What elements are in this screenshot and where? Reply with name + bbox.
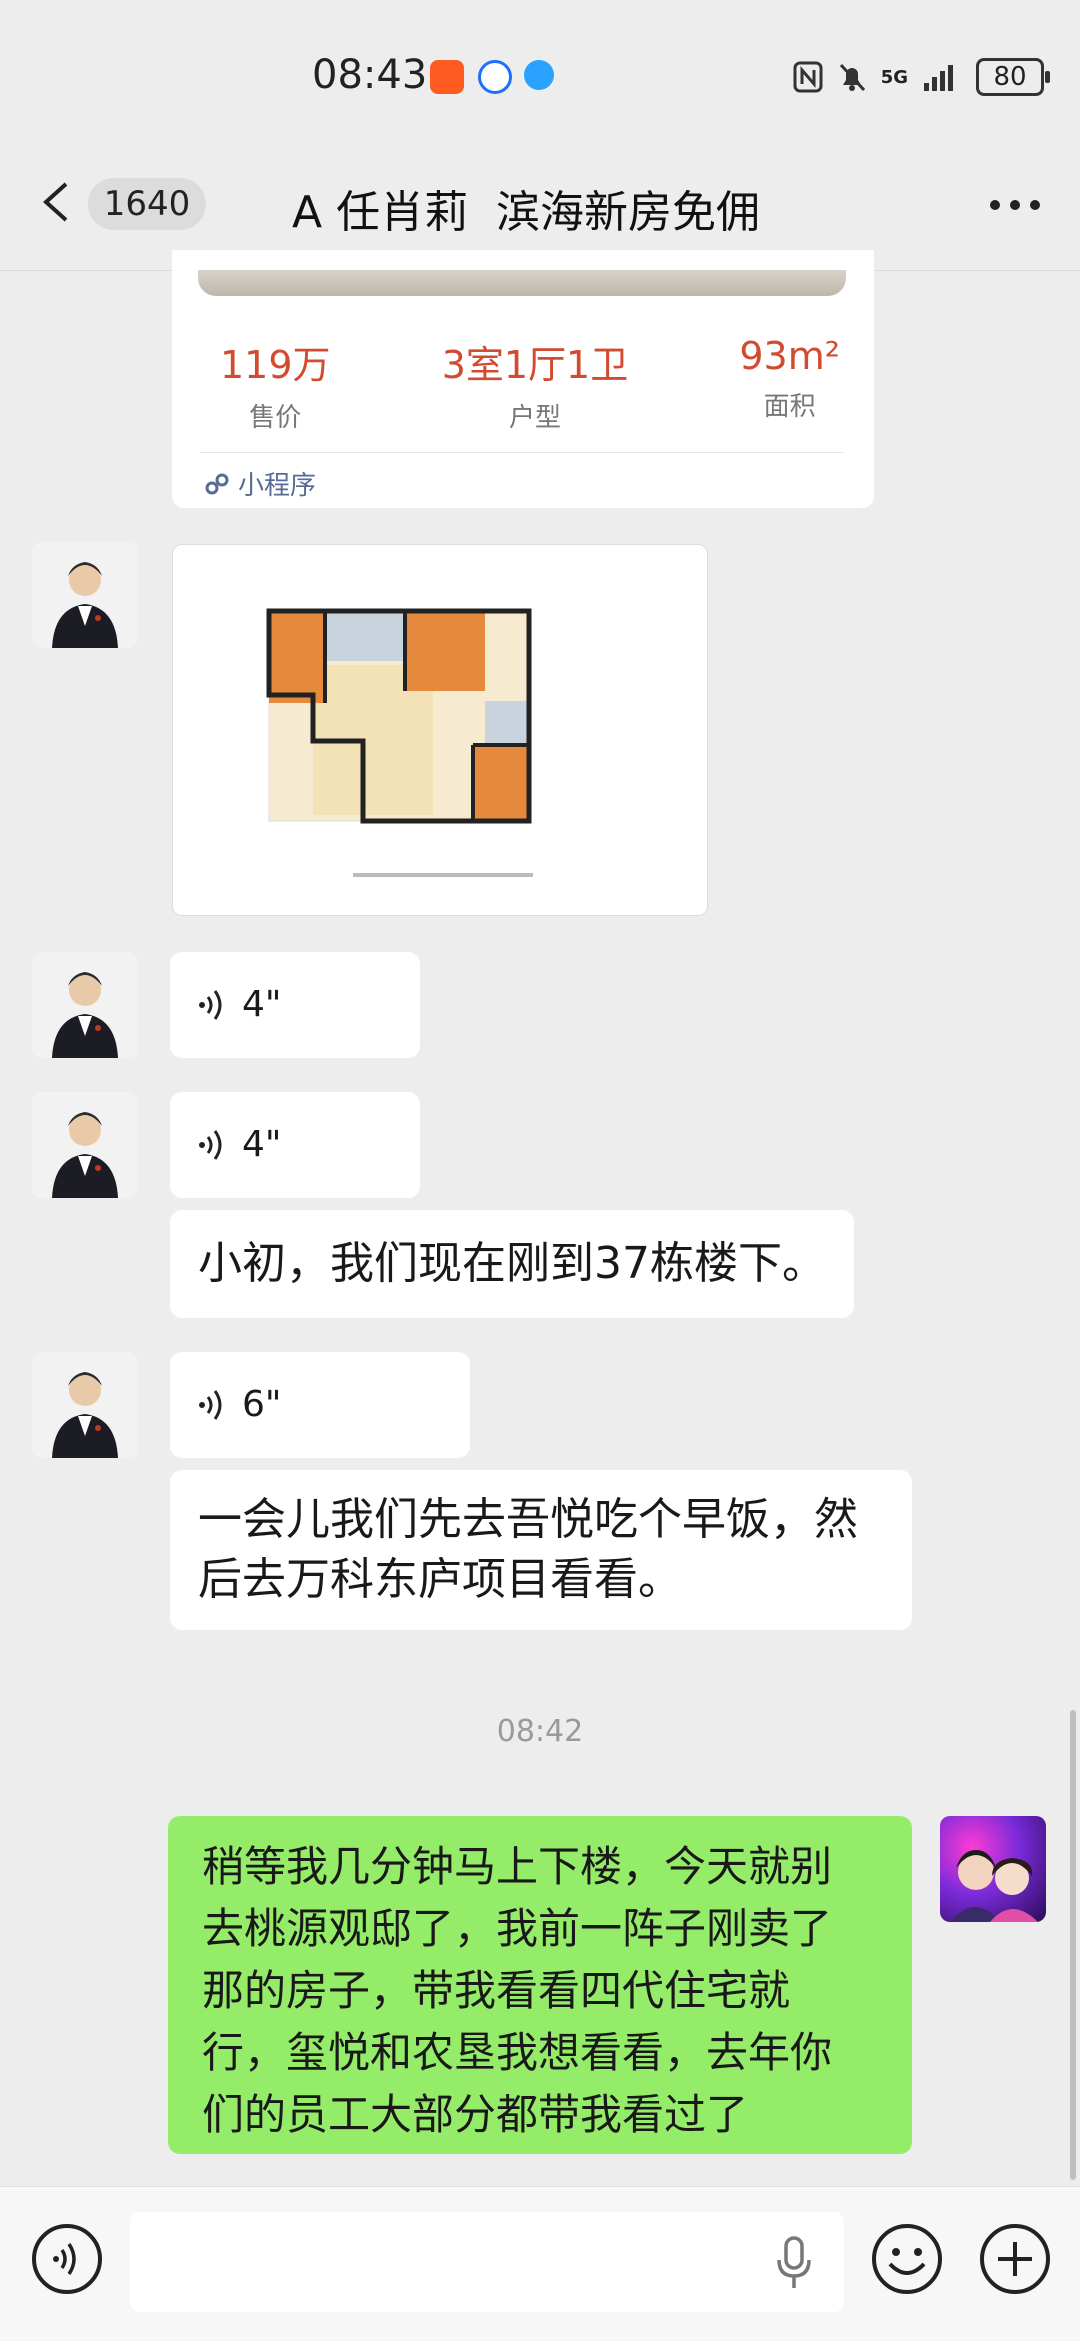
mini-program-label: 小程序 — [238, 471, 317, 501]
agent-avatar[interactable] — [32, 1092, 138, 1198]
nfc-icon — [793, 61, 823, 93]
layout-label: 户型 — [508, 403, 561, 433]
message-text: 小初，我们现在刚到37栋楼下。 — [198, 1238, 826, 1289]
message-text-line: 后去万科东庐项目看看。 — [198, 1554, 682, 1605]
voice-message[interactable]: 6" — [170, 1352, 470, 1458]
voice-input-toggle-icon[interactable] — [30, 2222, 104, 2296]
voice-duration: 4" — [242, 984, 282, 1025]
voice-duration: 6" — [242, 1384, 282, 1425]
back-arrow-icon[interactable] — [40, 182, 72, 222]
agent-portrait-icon — [32, 1092, 138, 1198]
floor-plan-image[interactable] — [172, 544, 708, 916]
voice-message[interactable]: 4" — [170, 952, 420, 1058]
agent-avatar[interactable] — [32, 952, 138, 1058]
area-stat: 93m² 面积 — [739, 334, 840, 434]
mute-bell-icon — [839, 63, 865, 92]
area-label: 面积 — [763, 392, 816, 422]
layout-value: 3室1厅1卫 — [441, 343, 629, 387]
mini-program-footer: 小程序 — [204, 465, 316, 502]
voice-wave-icon — [199, 1390, 222, 1420]
layout-stat: 3室1厅1卫 户型 — [442, 334, 629, 434]
agent-avatar[interactable] — [32, 542, 138, 648]
price-stat: 119万 售价 — [220, 334, 331, 434]
couple-photo-icon — [950, 1850, 1038, 1922]
listing-stats: 119万 售价 3室1厅1卫 户型 93m² 面积 — [220, 334, 840, 434]
my-text-message[interactable]: 稍等我几分钟马上下楼，今天就别 去桃源观邸了，我前一阵子刚卖了 那的房子，带我看… — [168, 1816, 912, 2154]
message-input[interactable] — [130, 2212, 844, 2312]
floor-plan-drawing — [266, 608, 533, 877]
more-options-button[interactable] — [990, 200, 1040, 210]
mini-program-icon — [205, 473, 229, 494]
blue-dot-app-icon — [524, 60, 554, 90]
my-avatar[interactable] — [940, 1816, 1046, 1922]
card-divider — [200, 452, 844, 453]
more-dot — [1030, 200, 1040, 210]
agent-portrait-icon — [32, 952, 138, 1058]
agent-portrait-icon — [32, 542, 138, 648]
price-value: 119万 — [220, 343, 331, 387]
microphone-icon[interactable] — [776, 2236, 812, 2290]
unread-count-badge[interactable]: 1640 — [88, 178, 206, 230]
message-text-line: 去桃源观邸了，我前一阵子刚卖了 — [202, 1904, 833, 1953]
status-indicators: 5G 80 — [793, 58, 1050, 96]
message-timestamp: 08:42 — [496, 1714, 584, 1749]
agent-avatar[interactable] — [32, 1352, 138, 1458]
more-dot — [1010, 200, 1020, 210]
signal-icon — [924, 65, 953, 91]
add-more-icon[interactable] — [978, 2222, 1052, 2296]
text-message[interactable]: 小初，我们现在刚到37栋楼下。 — [170, 1210, 854, 1318]
message-text-line: 稍等我几分钟马上下楼，今天就别 — [202, 1842, 833, 1891]
network-type: 5G — [880, 66, 908, 88]
listing-photo — [198, 270, 846, 296]
voice-message[interactable]: 4" — [170, 1092, 420, 1198]
more-dot — [990, 200, 1000, 210]
message-text-line: 们的员工大部分都带我看过了 — [202, 2090, 749, 2139]
voice-duration: 4" — [242, 1124, 282, 1165]
price-label: 售价 — [249, 403, 302, 433]
voice-wave-icon — [199, 1130, 222, 1160]
status-time: 08:43 — [312, 52, 428, 98]
emoji-icon[interactable] — [870, 2222, 944, 2296]
message-text-line: 一会儿我们先去吾悦吃个早饭，然 — [198, 1494, 858, 1545]
voice-wave-icon — [199, 990, 222, 1020]
area-value: 93m² — [739, 334, 840, 378]
agent-portrait-icon — [32, 1352, 138, 1458]
message-text-line: 那的房子，带我看看四代住宅就 — [202, 1966, 791, 2015]
blue-circle-app-icon — [478, 60, 512, 94]
chat-title: A 任肖莉 滨海新房免佣 — [292, 187, 761, 238]
text-message[interactable]: 一会儿我们先去吾悦吃个早饭，然 后去万科东庐项目看看。 — [170, 1470, 912, 1630]
taobao-icon — [430, 60, 464, 94]
battery-indicator: 80 — [976, 58, 1050, 96]
message-text-line: 行，玺悦和农垦我想看看，去年你 — [202, 2028, 833, 2077]
chat-scrollbar[interactable] — [1070, 1710, 1076, 2180]
